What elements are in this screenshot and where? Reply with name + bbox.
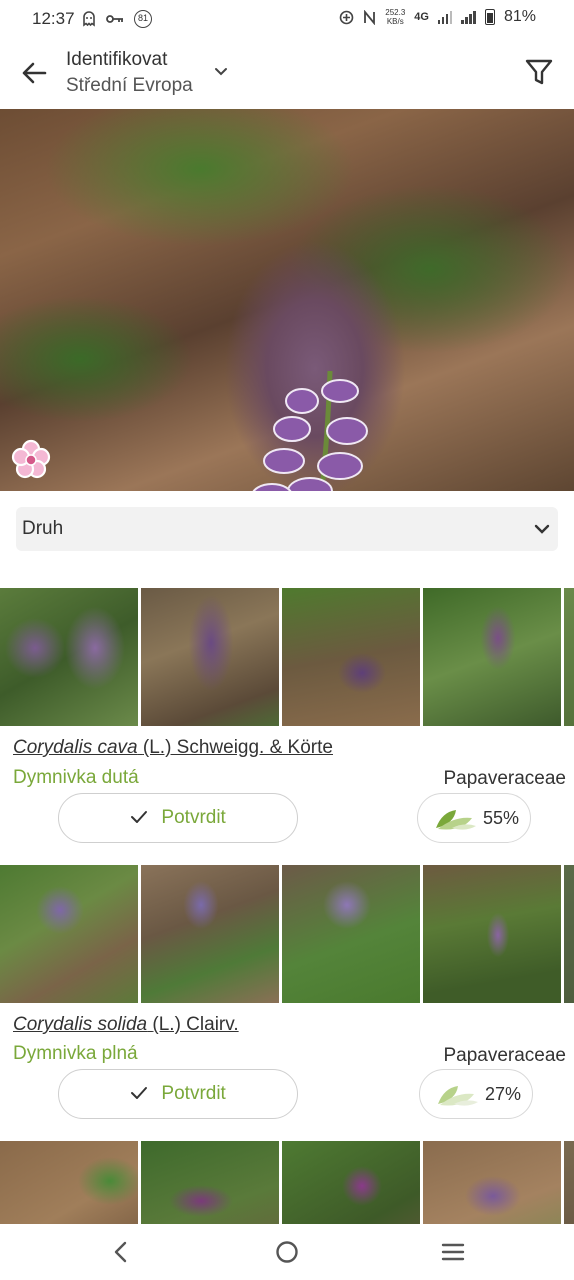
- flower-organ-icon[interactable]: [10, 439, 52, 481]
- result-thumbnails[interactable]: [0, 1141, 574, 1224]
- check-icon: [131, 1087, 148, 1099]
- ghost-icon: [83, 11, 95, 27]
- rank-select[interactable]: Druh: [16, 507, 558, 551]
- species-thumbnail[interactable]: [0, 865, 138, 1003]
- status-bar: 12:37 81 252.3 KB/s 4G 81%: [0, 0, 574, 37]
- family-name: Papaveraceae: [443, 768, 566, 789]
- common-name: Dymnivka dutá: [13, 767, 139, 788]
- back-arrow-icon: [22, 62, 47, 84]
- author: (L.) Schweigg. & Körte: [142, 737, 333, 758]
- key-icon: [106, 15, 123, 23]
- status-left-icons: 81: [82, 10, 152, 28]
- species-thumbnail[interactable]: [564, 865, 574, 1003]
- score-value: 55%: [482, 808, 519, 828]
- app-header: Identifikovat Střední Evropa: [0, 37, 574, 109]
- region-selector[interactable]: Identifikovat Střední Evropa: [66, 48, 193, 100]
- common-name: Dymnivka plná: [13, 1043, 138, 1064]
- species-thumbnail[interactable]: [141, 865, 279, 1003]
- status-time: 12:37: [32, 9, 75, 28]
- species-thumbnail[interactable]: [0, 588, 138, 726]
- network-speed: 252.3 KB/s: [385, 8, 406, 26]
- filter-icon: [525, 59, 553, 85]
- page-title: Identifikovat: [66, 49, 168, 70]
- signal-icon-2: [461, 10, 476, 24]
- status-right-icons: 252.3 KB/s 4G 81%: [339, 8, 536, 26]
- leaf-score-icon: [438, 1086, 478, 1106]
- signal-icon: [437, 10, 453, 24]
- check-icon: [131, 811, 148, 823]
- confidence-score: 27%: [419, 1069, 533, 1119]
- rank-select-value: Druh: [22, 518, 64, 539]
- species-thumbnail[interactable]: [282, 865, 420, 1003]
- species-thumbnail[interactable]: [423, 865, 561, 1003]
- family-name: Papaveraceae: [443, 1045, 566, 1066]
- species-thumbnail[interactable]: [423, 588, 561, 726]
- confirm-button[interactable]: Potvrdit: [58, 1069, 298, 1119]
- chevron-down-icon: [534, 524, 550, 534]
- scientific-name-link[interactable]: Corydalis cava (L.) Schweigg. & Körte: [13, 737, 333, 759]
- confidence-score: 55%: [417, 793, 531, 843]
- species-thumbnail[interactable]: [141, 1141, 279, 1224]
- filter-button[interactable]: [524, 57, 554, 87]
- battery-icon: [484, 9, 495, 25]
- species-thumbnail[interactable]: [282, 588, 420, 726]
- score-value: 27%: [484, 1084, 521, 1104]
- species-thumbnail[interactable]: [0, 1141, 138, 1224]
- confirm-button[interactable]: Potvrdit: [58, 793, 298, 843]
- leaf-score-icon: [436, 810, 476, 830]
- species-thumbnail[interactable]: [282, 1141, 420, 1224]
- data-saver-icon: [339, 10, 354, 24]
- species-thumbnail[interactable]: [564, 588, 574, 726]
- region-name: Střední Evropa: [66, 75, 193, 96]
- species-thumbnail[interactable]: [423, 1141, 561, 1224]
- observation-photo[interactable]: [0, 109, 574, 491]
- nav-back-icon[interactable]: [107, 1238, 135, 1266]
- nfc-icon: [364, 9, 376, 25]
- confirm-label: Potvrdit: [161, 1083, 226, 1104]
- species-thumbnail[interactable]: [564, 1141, 574, 1224]
- result-thumbnails[interactable]: [0, 588, 574, 726]
- network-type: 4G: [414, 11, 429, 23]
- genus-species: Corydalis cava: [13, 737, 138, 758]
- result-thumbnails[interactable]: [0, 865, 574, 1003]
- nav-recents-icon[interactable]: [439, 1238, 467, 1266]
- author: (L.) Clairv.: [152, 1014, 239, 1035]
- system-nav-bar: [0, 1224, 574, 1280]
- genus-species: Corydalis solida: [13, 1014, 148, 1035]
- chevron-down-icon[interactable]: [212, 63, 230, 81]
- nav-home-icon[interactable]: [273, 1238, 301, 1266]
- battery-percent: 81%: [503, 8, 536, 25]
- back-button[interactable]: [14, 53, 54, 93]
- notification-badge: 81: [134, 10, 152, 28]
- confirm-label: Potvrdit: [161, 807, 226, 828]
- flower-illustration: [252, 371, 368, 491]
- species-thumbnail[interactable]: [141, 588, 279, 726]
- scientific-name-link[interactable]: Corydalis solida (L.) Clairv.: [13, 1014, 239, 1036]
